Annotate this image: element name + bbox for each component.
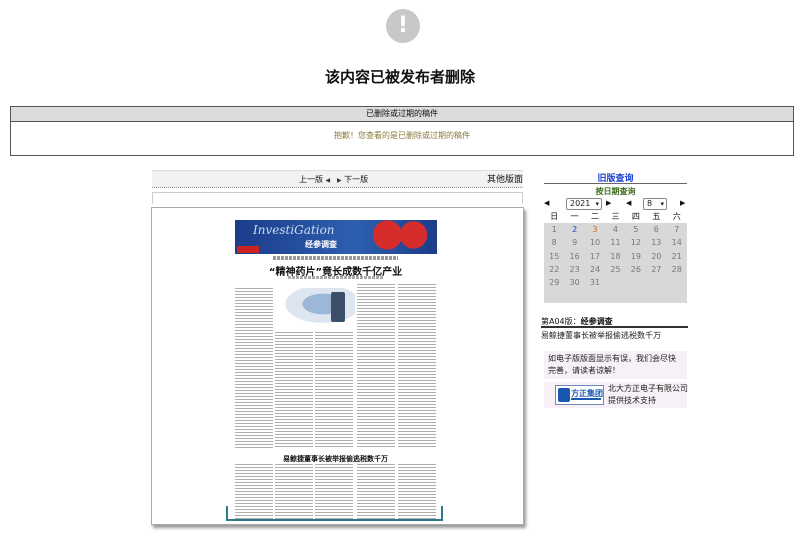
banner-gear-graphic <box>368 220 433 250</box>
page-top-strip <box>152 192 523 204</box>
weekday-label: 六 <box>672 212 681 221</box>
banner-en-text: InvestiGation <box>253 223 335 237</box>
calendar-day: 24 <box>589 264 601 274</box>
date-query-label: 按日期查询 <box>595 187 636 196</box>
alert-icon: ! <box>386 9 420 43</box>
arrow-left-icon: ◀ <box>325 177 331 184</box>
article-highlight-box[interactable] <box>226 506 443 521</box>
calendar-day: 7 <box>674 225 680 234</box>
chevron-down-icon: ▾ <box>660 200 664 208</box>
calendar-day: 13 <box>651 238 662 248</box>
calendar-day: 26 <box>630 264 641 274</box>
calendar-weekday-header: 日 一 二 三 四 五 六 <box>544 210 687 223</box>
text-column <box>275 332 313 448</box>
founder-company: 北大方正电子有限公司 <box>608 384 688 393</box>
year-select[interactable]: 2021 ▾ <box>566 198 602 210</box>
calendar-day <box>667 276 687 289</box>
calendar-grid: 日 一 二 三 四 五 六 1 2 3 4 5 6 7 8 9 10 11 12… <box>544 210 687 303</box>
weekday-label: 三 <box>611 212 620 221</box>
page-nav-bar: 上一版 ◀ ▶ 下一版 其他版面 <box>152 170 523 188</box>
next-year-arrow-icon[interactable]: ▶ <box>606 199 611 207</box>
prev-page-link[interactable]: 上一版 ◀ <box>299 171 330 190</box>
calendar-day: 17 <box>589 251 601 261</box>
logo-underline <box>571 398 601 400</box>
calendar-day: 5 <box>633 225 639 234</box>
calendar-day: 8 <box>551 238 557 248</box>
feedback-notice: 如电子版版面显示有误，我们会尽快 完善，请读者谅解！ <box>544 351 687 379</box>
calendar-day: 16 <box>569 251 580 261</box>
feedback-line-1: 如电子版版面显示有误，我们会尽快 <box>548 354 676 363</box>
calendar-day: 1 <box>551 225 557 234</box>
other-pages-link[interactable]: 其他版面 <box>487 171 523 189</box>
banner-cn-text: 经参调查 <box>305 240 337 249</box>
calendar-day: 10 <box>589 238 601 248</box>
banner-red-tag <box>237 246 259 253</box>
calendar-day <box>605 276 625 289</box>
calendar-day: 15 <box>549 251 560 261</box>
calendar-day: 4 <box>612 225 619 234</box>
weekday-label: 四 <box>631 212 640 221</box>
calendar-day: 18 <box>610 251 621 261</box>
text-column <box>357 284 395 448</box>
headline-subtitle <box>288 276 383 279</box>
deleted-title: 该内容已被发布者删除 <box>324 68 475 86</box>
calendar-day: 21 <box>671 251 682 261</box>
calendar-day: 19 <box>630 251 641 261</box>
calendar-week: 8 9 10 11 12 13 14 <box>544 236 687 249</box>
month-select[interactable]: 8 ▾ <box>643 198 667 210</box>
calendar-day: 31 <box>589 278 601 288</box>
calendar-day: 28 <box>671 264 682 274</box>
calendar-day: 23 <box>569 264 580 274</box>
next-page-link[interactable]: ▶ 下一版 <box>337 171 368 190</box>
headline-kicker <box>273 256 398 260</box>
weekday-label: 五 <box>652 212 661 221</box>
notice-message: 抱歉！您查看的是已删除或过期的稿件 <box>334 131 470 140</box>
calendar-day <box>626 276 646 289</box>
newspaper-page-image[interactable]: InvestiGation 经参调查 “精神药片”竟长成数千亿产业 易鲸捷董事长… <box>233 218 438 521</box>
calendar-day: 11 <box>610 238 621 248</box>
notice-header: 已删除或过期的稿件 <box>11 107 793 122</box>
calendar-week: 29 30 31 <box>544 276 687 289</box>
founder-mark-icon <box>558 388 570 402</box>
calendar-day: 27 <box>651 264 662 274</box>
founder-logo[interactable]: 方正集团 <box>555 385 604 405</box>
prev-month-arrow-icon[interactable]: ◀ <box>626 199 631 207</box>
weekday-label: 一 <box>570 212 579 221</box>
text-column <box>235 288 273 448</box>
prev-year-arrow-icon[interactable]: ◀ <box>544 199 549 207</box>
calendar-day: 22 <box>549 264 560 274</box>
calendar-week: 22 23 24 25 26 27 28 <box>544 263 687 276</box>
feedback-line-2: 完善，请读者谅解！ <box>548 366 620 375</box>
calendar-day <box>646 276 666 289</box>
calendar-day: 20 <box>651 251 662 261</box>
arrow-right-icon: ▶ <box>337 177 342 184</box>
notice-box: 已删除或过期的稿件 抱歉！您查看的是已删除或过期的稿件 <box>10 106 794 156</box>
calendar-day: 6 <box>653 225 659 234</box>
calendar-day: 29 <box>549 278 560 288</box>
founder-support: 提供技术支持 <box>608 396 656 405</box>
next-month-arrow-icon[interactable]: ▶ <box>680 199 685 207</box>
weekday-label: 日 <box>550 212 559 221</box>
edition-title: 第A04版：经参调查 <box>541 316 688 328</box>
calendar-week: 15 16 17 18 19 20 21 <box>544 250 687 263</box>
text-column <box>398 284 436 448</box>
edition-article-link[interactable]: 易鲸捷董事长被举报偷逃税数千万 <box>541 330 688 341</box>
weekday-label: 二 <box>591 212 600 221</box>
divider <box>544 183 687 184</box>
calendar-week: 1 2 3 4 5 6 7 <box>544 223 687 236</box>
calendar-day: 14 <box>671 238 682 248</box>
newspaper-headline-2[interactable]: 易鲸捷董事长被举报偷逃税数千万 <box>233 454 438 464</box>
calendar-day: 9 <box>572 238 578 248</box>
calendar-day[interactable]: 2 <box>564 223 584 236</box>
text-column <box>315 332 353 448</box>
calendar-day: 25 <box>610 264 621 274</box>
chevron-down-icon: ▾ <box>595 200 599 208</box>
founder-credit: 北大方正电子有限公司 提供技术支持 <box>608 383 690 407</box>
phone-illustration <box>331 292 345 322</box>
calendar-day: 12 <box>630 238 641 248</box>
calendar-day[interactable]: 3 <box>585 223 605 236</box>
calendar-day: 30 <box>569 278 580 288</box>
